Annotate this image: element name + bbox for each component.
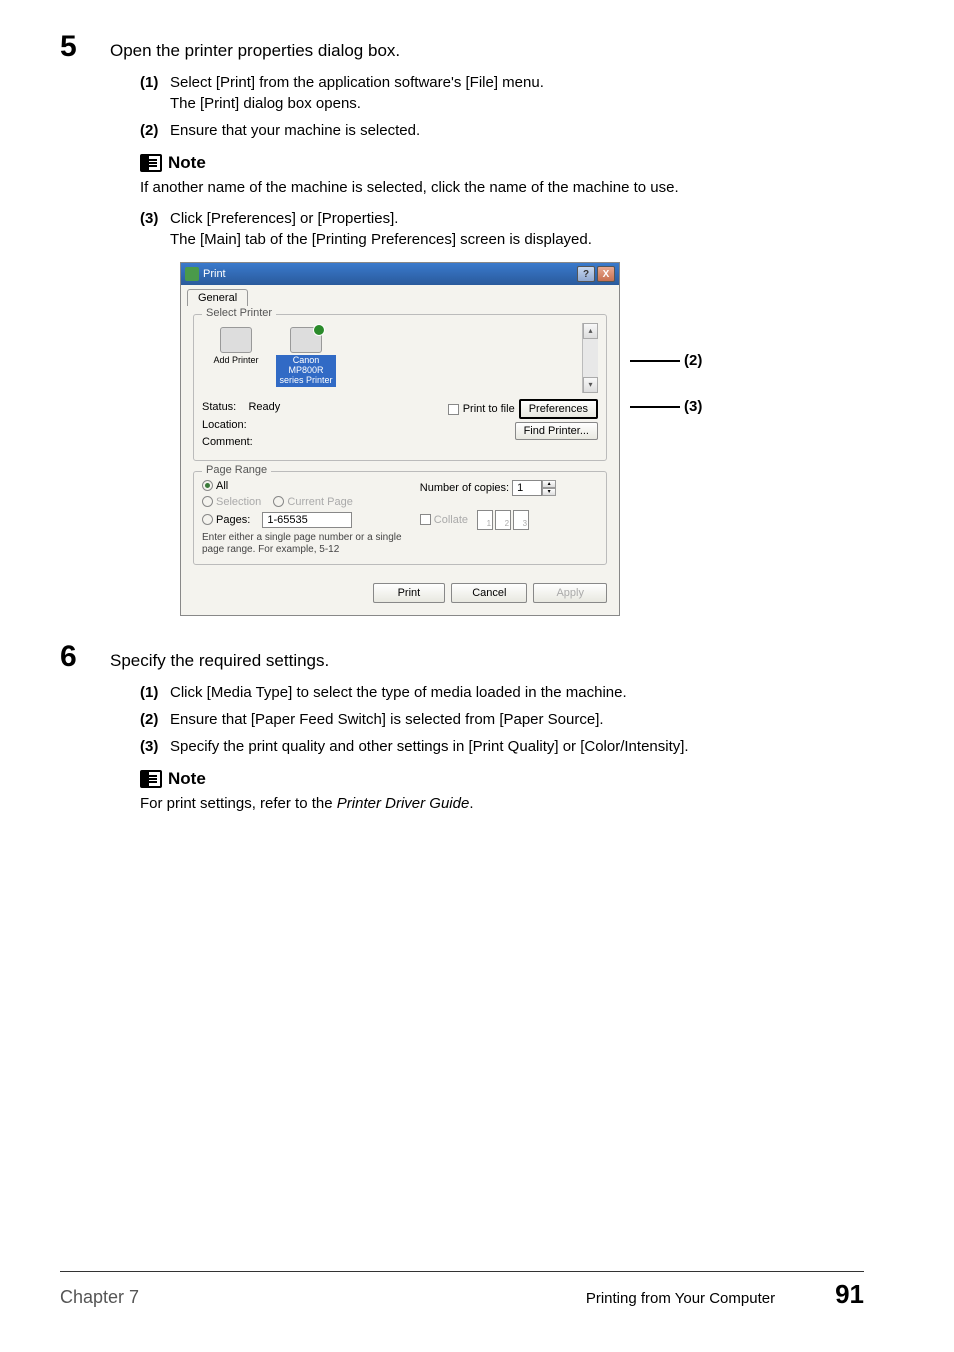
preferences-button[interactable]: Preferences xyxy=(519,399,598,419)
footer-chapter: Chapter 7 xyxy=(60,1287,139,1308)
collate-preview: 1 2 3 xyxy=(477,510,529,530)
substep-6-3: (3) Specify the print quality and other … xyxy=(140,736,864,757)
scrollbar[interactable]: ▴ ▾ xyxy=(582,323,598,393)
printer-icon xyxy=(220,327,252,353)
page-footer: Chapter 7 Printing from Your Computer 91 xyxy=(60,1279,864,1310)
substep-6-1: (1) Click [Media Type] to select the typ… xyxy=(140,682,864,703)
step-number: 5 xyxy=(60,30,110,64)
print-dialog-icon xyxy=(185,267,199,281)
note-block-1: Note If another name of the machine is s… xyxy=(140,153,864,198)
note-label: Note xyxy=(168,769,206,789)
callout-3: (3) xyxy=(630,398,702,415)
note-text: For print settings, refer to the Printer… xyxy=(140,793,864,814)
cancel-button[interactable]: Cancel xyxy=(451,583,527,603)
note-icon xyxy=(140,770,162,788)
pages-hint: Enter either a single page number or a s… xyxy=(202,532,420,556)
note-text: If another name of the machine is select… xyxy=(140,177,864,198)
tab-general[interactable]: General xyxy=(187,289,248,306)
print-button[interactable]: Print xyxy=(373,583,446,603)
spinner-down[interactable]: ▾ xyxy=(542,488,556,496)
step-title: Open the printer properties dialog box. xyxy=(110,35,400,61)
scroll-up[interactable]: ▴ xyxy=(583,323,598,339)
radio-current-page xyxy=(273,496,284,507)
radio-all[interactable] xyxy=(202,480,213,491)
spinner-up[interactable]: ▴ xyxy=(542,480,556,488)
print-to-file-checkbox[interactable] xyxy=(448,404,459,415)
step-title: Specify the required settings. xyxy=(110,645,329,671)
page-range-fieldset: Page Range All Selection xyxy=(193,471,607,565)
callout-2: (2) xyxy=(630,352,702,369)
copies-input[interactable]: 1 xyxy=(512,480,542,496)
substep-5-3: (3) Click [Preferences] or [Properties].… xyxy=(140,208,864,250)
print-dialog: Print ? X General Select Printer Add xyxy=(180,262,620,616)
step-5: 5 Open the printer properties dialog box… xyxy=(60,30,864,64)
title-bar: Print ? X xyxy=(181,263,619,285)
radio-pages[interactable] xyxy=(202,514,213,525)
footer-page-number: 91 xyxy=(835,1279,864,1310)
note-label: Note xyxy=(168,153,206,173)
selected-printer-item[interactable]: Canon MP800R series Printer xyxy=(276,327,336,389)
note-icon xyxy=(140,154,162,172)
pages-input[interactable]: 1-65535 xyxy=(262,512,352,528)
scroll-down[interactable]: ▾ xyxy=(583,377,598,393)
apply-button: Apply xyxy=(533,583,607,603)
substep-5-1: (1) Select [Print] from the application … xyxy=(140,72,864,114)
substep-5-2: (2) Ensure that your machine is selected… xyxy=(140,120,864,141)
radio-selection xyxy=(202,496,213,507)
footer-divider xyxy=(60,1271,864,1272)
printer-icon xyxy=(290,327,322,353)
step-number: 6 xyxy=(60,640,110,674)
printer-status-block: Status: Ready Location: Comment: xyxy=(202,399,280,452)
help-button[interactable]: ? xyxy=(577,266,595,282)
printer-list[interactable]: Add Printer Canon MP800R series Printer … xyxy=(202,323,598,393)
note-block-2: Note For print settings, refer to the Pr… xyxy=(140,769,864,814)
footer-section: Printing from Your Computer xyxy=(586,1290,775,1307)
add-printer-item[interactable]: Add Printer xyxy=(206,327,266,389)
dialog-title: Print xyxy=(203,268,226,280)
close-button[interactable]: X xyxy=(597,266,615,282)
step-6: 6 Specify the required settings. xyxy=(60,640,864,674)
select-printer-fieldset: Select Printer Add Printer Canon MP800R … xyxy=(193,314,607,461)
find-printer-button[interactable]: Find Printer... xyxy=(515,422,598,440)
substep-6-2: (2) Ensure that [Paper Feed Switch] is s… xyxy=(140,709,864,730)
collate-checkbox xyxy=(420,514,431,525)
